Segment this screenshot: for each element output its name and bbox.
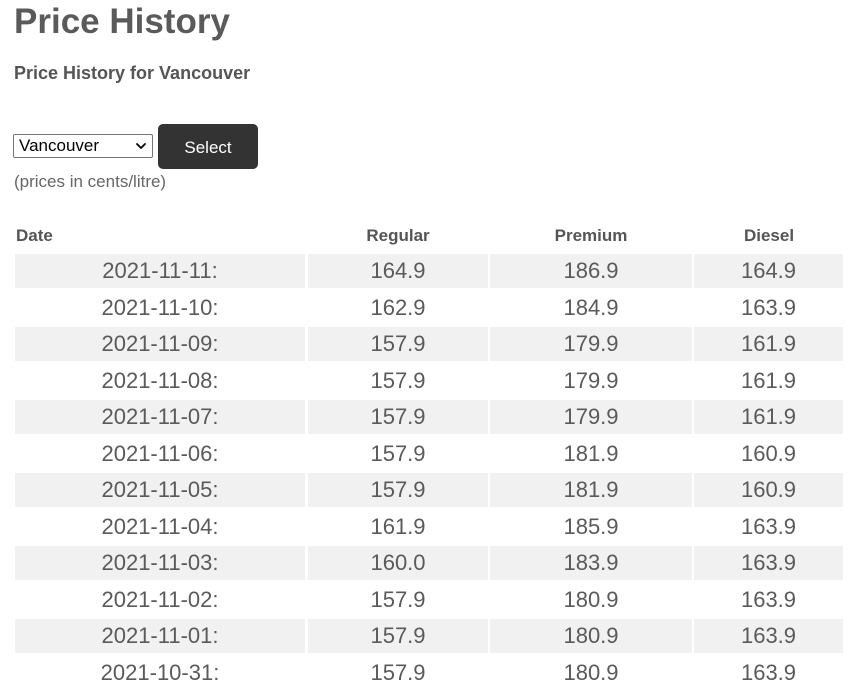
price-table: Date Regular Premium Diesel 2021-11-11: …	[14, 222, 844, 690]
cell-date: 2021-11-10:	[101, 294, 219, 320]
cell-premium: 179.9	[563, 367, 619, 393]
cell-regular: 164.9	[308, 254, 488, 288]
cell-premium: 184.9	[563, 294, 619, 320]
header-premium: Premium	[554, 226, 628, 245]
select-button[interactable]: Select	[158, 124, 258, 169]
table-row: 2021-10-31: 157.9 180.9 163.9	[14, 654, 844, 691]
chevron-down-icon	[136, 143, 146, 149]
cell-date: 2021-11-07:	[15, 400, 305, 434]
header-regular: Regular	[366, 226, 430, 245]
cell-diesel: 163.9	[740, 294, 797, 320]
table-row: 2021-11-01: 157.9 180.9 163.9	[14, 617, 844, 654]
table-row: 2021-11-02: 157.9 180.9 163.9	[14, 581, 844, 618]
cell-date: 2021-11-03:	[15, 546, 305, 580]
page-title: Price History	[14, 2, 230, 41]
cell-diesel: 163.9	[694, 546, 843, 580]
cell-date: 2021-11-11:	[15, 254, 305, 288]
cell-date: 2021-11-06:	[101, 440, 219, 466]
cell-premium: 181.9	[490, 473, 692, 507]
cell-premium: 179.9	[490, 400, 692, 434]
price-history-page: Price History Price History for Vancouve…	[0, 0, 868, 697]
cell-date: 2021-11-09:	[15, 327, 305, 361]
cell-regular: 157.9	[370, 440, 426, 466]
table-row: 2021-11-05: 157.9 181.9 160.9	[14, 471, 844, 508]
cell-diesel: 163.9	[740, 586, 797, 612]
cell-date: 2021-11-05:	[15, 473, 305, 507]
cell-diesel: 163.9	[740, 513, 797, 539]
header-diesel: Diesel	[743, 226, 795, 245]
city-select[interactable]: Vancouver	[13, 134, 153, 158]
cell-regular: 157.9	[308, 473, 488, 507]
cell-regular: 157.9	[308, 327, 488, 361]
cell-premium: 179.9	[490, 327, 692, 361]
table-row: 2021-11-06: 157.9 181.9 160.9	[14, 435, 844, 472]
table-header-row: Date Regular Premium Diesel	[14, 222, 844, 252]
table-row: 2021-11-10: 162.9 184.9 163.9	[14, 289, 844, 326]
table-row: 2021-11-07: 157.9 179.9 161.9	[14, 398, 844, 435]
table-row: 2021-11-04: 161.9 185.9 163.9	[14, 508, 844, 545]
cell-diesel: 161.9	[694, 327, 843, 361]
cell-premium: 180.9	[563, 659, 619, 685]
city-select-value: Vancouver	[19, 136, 100, 155]
unit-note: (prices in cents/litre)	[14, 172, 167, 191]
cell-premium: 186.9	[490, 254, 692, 288]
cell-regular: 162.9	[370, 294, 426, 320]
cell-date: 2021-11-04:	[101, 513, 219, 539]
cell-regular: 157.9	[370, 367, 426, 393]
cell-regular: 160.0	[308, 546, 488, 580]
table-row: 2021-11-09: 157.9 179.9 161.9	[14, 325, 844, 362]
cell-premium: 183.9	[490, 546, 692, 580]
cell-date: 2021-11-08:	[101, 367, 219, 393]
cell-diesel: 160.9	[694, 473, 843, 507]
cell-date: 2021-11-02:	[101, 586, 219, 612]
cell-date: 2021-10-31:	[100, 659, 220, 685]
cell-regular: 157.9	[308, 619, 488, 653]
table-row: 2021-11-03: 160.0 183.9 163.9	[14, 544, 844, 581]
cell-premium: 180.9	[490, 619, 692, 653]
cell-premium: 180.9	[563, 586, 619, 612]
cell-regular: 157.9	[370, 659, 426, 685]
cell-regular: 161.9	[370, 513, 426, 539]
cell-diesel: 160.9	[740, 440, 797, 466]
cell-premium: 181.9	[563, 440, 619, 466]
table-body: 2021-11-11: 164.9 186.9 164.9 2021-11-10…	[14, 252, 844, 690]
cell-premium: 185.9	[563, 513, 619, 539]
cell-regular: 157.9	[308, 400, 488, 434]
page-subtitle: Price History for Vancouver	[14, 63, 251, 83]
cell-diesel: 161.9	[740, 367, 797, 393]
cell-diesel: 163.9	[694, 619, 843, 653]
cell-date: 2021-11-01:	[15, 619, 305, 653]
table-row: 2021-11-11: 164.9 186.9 164.9	[14, 252, 844, 289]
cell-diesel: 164.9	[694, 254, 843, 288]
cell-diesel: 163.9	[740, 659, 797, 685]
cell-diesel: 161.9	[694, 400, 843, 434]
cell-regular: 157.9	[370, 586, 426, 612]
header-date: Date	[16, 226, 53, 245]
table-row: 2021-11-08: 157.9 179.9 161.9	[14, 362, 844, 399]
